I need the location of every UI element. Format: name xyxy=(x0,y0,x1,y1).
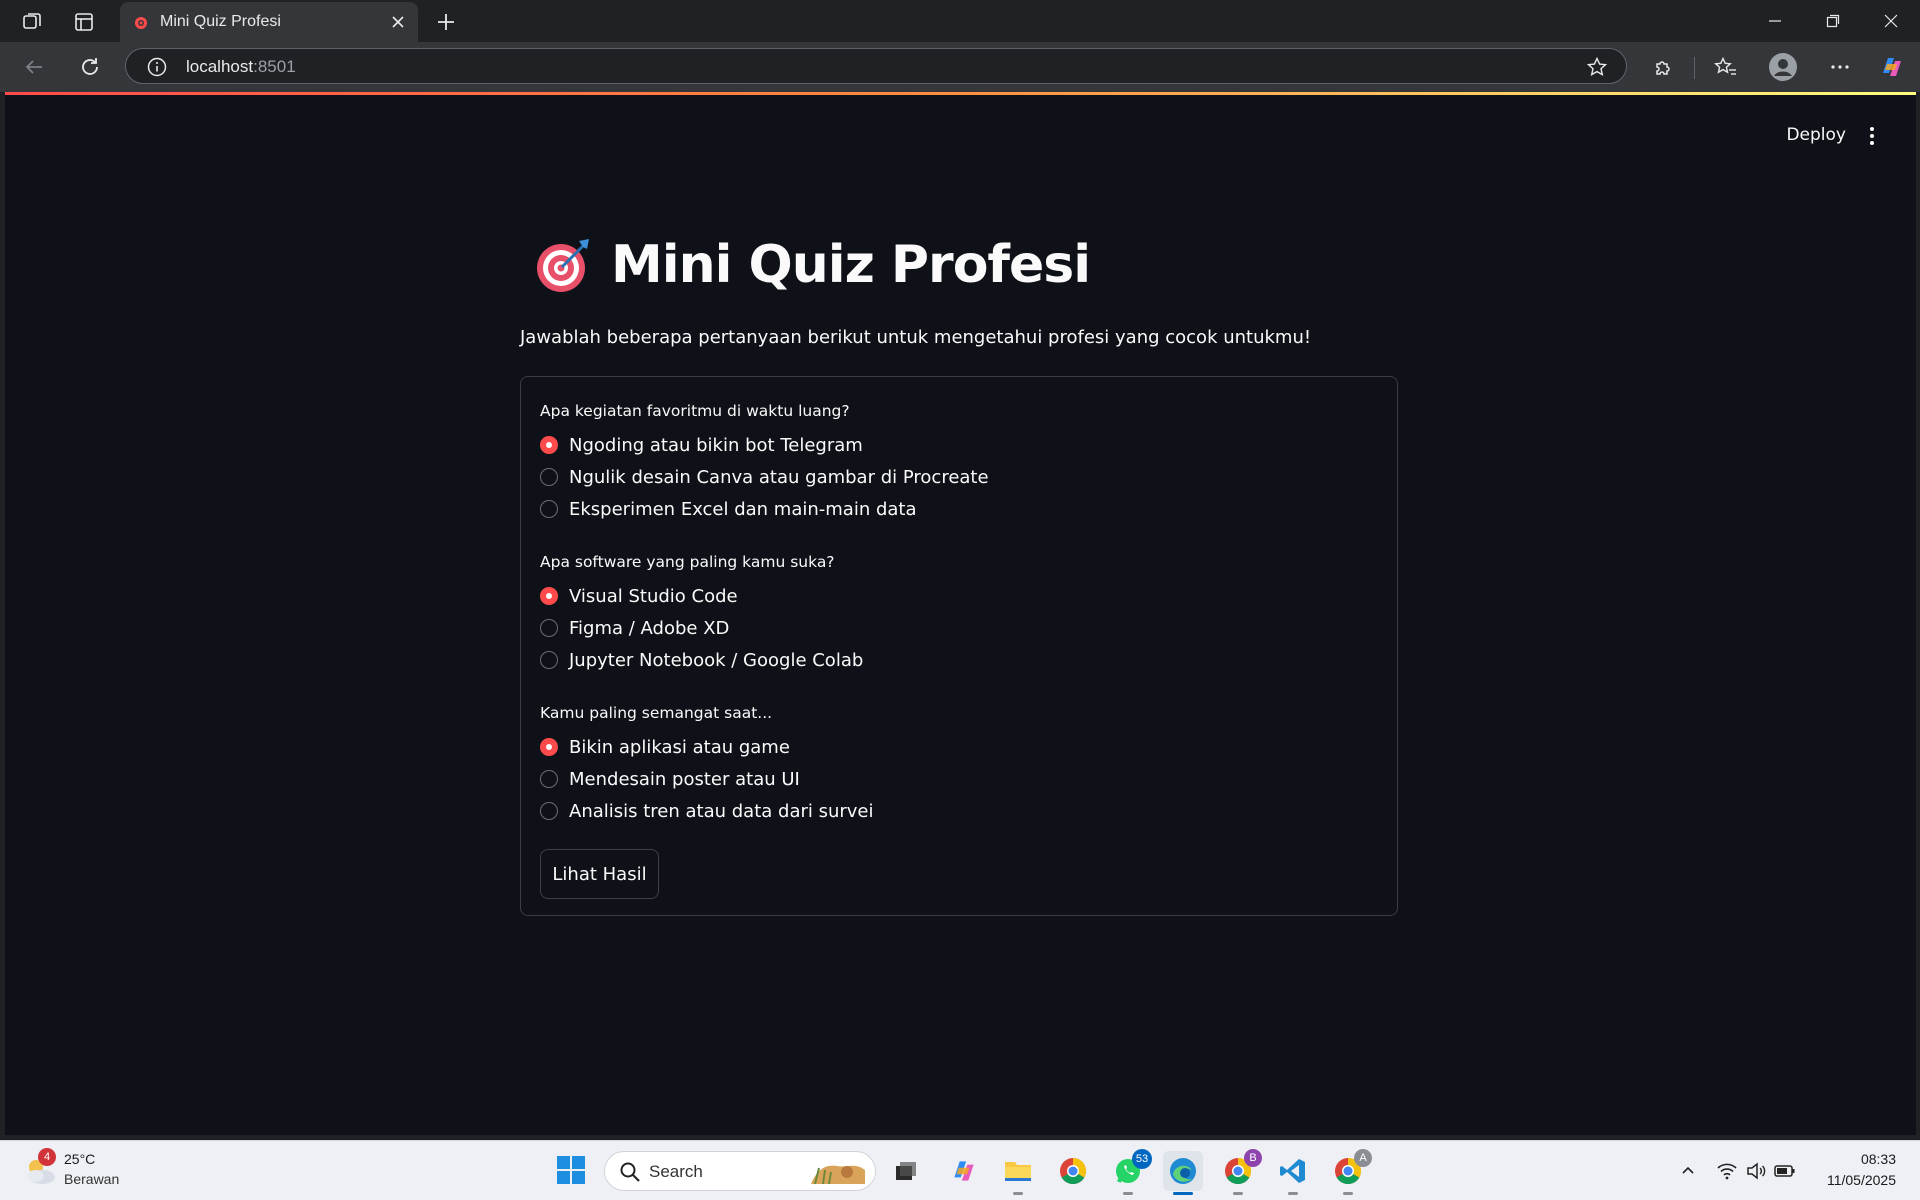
clock-time[interactable]: 08:33 xyxy=(1861,1151,1896,1167)
vertical-tabs-icon[interactable] xyxy=(70,8,98,36)
question-3-label: Kamu paling semangat saat... xyxy=(540,704,773,722)
workspaces-icon[interactable] xyxy=(18,8,46,36)
radio-selected[interactable] xyxy=(540,587,558,605)
running-indicator xyxy=(1233,1192,1243,1195)
lihat-hasil-button[interactable]: Lihat Hasil xyxy=(540,849,659,899)
page-header: Mini Quiz Profesi xyxy=(533,235,1091,295)
question-1-option-1[interactable]: Ngoding atau bikin bot Telegram xyxy=(540,432,863,458)
task-view-icon[interactable] xyxy=(886,1151,926,1191)
question-2-option-2[interactable]: Figma / Adobe XD xyxy=(540,615,729,641)
site-info-icon[interactable] xyxy=(146,56,168,78)
favorites-icon[interactable] xyxy=(1712,53,1740,81)
chrome-profile-b-icon[interactable]: B xyxy=(1218,1149,1262,1195)
question-2-option-3[interactable]: Jupyter Notebook / Google Colab xyxy=(540,647,863,673)
chrome-icon[interactable] xyxy=(1053,1151,1093,1191)
search-placeholder: Search xyxy=(649,1162,703,1181)
vscode-icon[interactable] xyxy=(1273,1151,1313,1195)
running-indicator xyxy=(1343,1192,1353,1195)
copilot-app-icon[interactable] xyxy=(944,1151,984,1191)
option-label: Figma / Adobe XD xyxy=(569,617,730,639)
question-1-label: Apa kegiatan favoritmu di waktu luang? xyxy=(540,402,850,420)
option-label: Eksperimen Excel dan main-main data xyxy=(569,498,917,520)
radio-selected[interactable] xyxy=(540,436,558,454)
page-title: Mini Quiz Profesi xyxy=(611,235,1091,295)
search-highlight-icon xyxy=(811,1165,865,1185)
close-window-icon[interactable] xyxy=(1868,8,1914,34)
running-indicator xyxy=(1288,1192,1298,1195)
whatsapp-icon[interactable]: 53 xyxy=(1108,1149,1152,1195)
weather-temperature: 25°C xyxy=(64,1151,96,1167)
profile-a-badge: A xyxy=(1354,1149,1372,1167)
wifi-icon[interactable] xyxy=(1715,1159,1739,1183)
radio-unselected[interactable] xyxy=(540,802,558,820)
streamlit-favicon-icon xyxy=(135,17,147,29)
running-indicator xyxy=(1123,1192,1133,1195)
copilot-icon[interactable] xyxy=(1878,53,1906,81)
toolbar-divider xyxy=(1694,57,1695,79)
edge-icon[interactable] xyxy=(1163,1151,1203,1195)
target-icon xyxy=(537,239,589,292)
search-icon xyxy=(620,1162,640,1182)
new-tab-icon[interactable] xyxy=(432,8,460,36)
option-label: Analisis tren atau data dari survei xyxy=(569,800,874,822)
option-label: Mendesain poster atau UI xyxy=(569,768,800,790)
option-label: Ngoding atau bikin bot Telegram xyxy=(569,434,863,456)
browser-tab-bar: Mini Quiz Profesi xyxy=(0,0,1920,42)
browser-toolbar: localhost:8501 xyxy=(0,42,1920,92)
option-label: Ngulik desain Canva atau gambar di Procr… xyxy=(569,466,989,488)
back-arrow-icon[interactable] xyxy=(20,53,48,81)
address-url: localhost:8501 xyxy=(186,57,296,77)
profile-avatar-icon[interactable] xyxy=(1768,52,1798,82)
quiz-form: Apa kegiatan favoritmu di waktu luang? N… xyxy=(520,376,1398,916)
file-explorer-icon[interactable] xyxy=(998,1151,1038,1195)
address-port: :8501 xyxy=(253,57,296,76)
more-options-icon[interactable] xyxy=(1826,53,1854,81)
radio-unselected[interactable] xyxy=(540,619,558,637)
question-2-option-1[interactable]: Visual Studio Code xyxy=(540,583,738,609)
address-bar[interactable]: localhost:8501 xyxy=(125,48,1627,84)
deploy-button[interactable]: Deploy xyxy=(1786,125,1846,145)
battery-icon[interactable] xyxy=(1773,1159,1797,1183)
option-label: Bikin aplikasi atau game xyxy=(569,736,790,758)
app-menu-icon[interactable] xyxy=(1866,125,1878,147)
minimize-window-icon[interactable] xyxy=(1752,8,1798,34)
radio-unselected[interactable] xyxy=(540,468,558,486)
tab-mini-quiz-profesi[interactable]: Mini Quiz Profesi xyxy=(120,2,418,42)
address-host: localhost xyxy=(186,57,254,76)
streamlit-app: Deploy Mini Quiz Profesi Jawablah bebera… xyxy=(5,95,1916,1135)
radio-unselected[interactable] xyxy=(540,770,558,788)
active-indicator xyxy=(1173,1192,1193,1195)
option-label: Visual Studio Code xyxy=(569,585,738,607)
radio-unselected[interactable] xyxy=(540,651,558,669)
tab-title: Mini Quiz Profesi xyxy=(160,13,281,30)
windows-taskbar: 4 25°C Berawan Search 53 B A 08:33 11/05… xyxy=(0,1140,1920,1200)
taskbar-search-box[interactable]: Search xyxy=(604,1151,876,1191)
favorite-star-icon[interactable] xyxy=(1586,56,1608,78)
weather-condition: Berawan xyxy=(64,1171,120,1187)
chrome-profile-a-icon[interactable]: A xyxy=(1328,1149,1372,1195)
whatsapp-unread-badge: 53 xyxy=(1132,1149,1152,1169)
clock-date[interactable]: 11/05/2025 xyxy=(1827,1172,1896,1188)
question-2-label: Apa software yang paling kamu suka? xyxy=(540,553,835,571)
question-3-option-1[interactable]: Bikin aplikasi atau game xyxy=(540,734,790,760)
running-indicator xyxy=(1013,1192,1023,1195)
reload-icon[interactable] xyxy=(76,53,104,81)
show-hidden-icons-chevron-icon[interactable] xyxy=(1676,1159,1700,1183)
radio-selected[interactable] xyxy=(540,738,558,756)
profile-b-badge: B xyxy=(1244,1149,1262,1167)
question-1-option-2[interactable]: Ngulik desain Canva atau gambar di Procr… xyxy=(540,464,989,490)
volume-icon[interactable] xyxy=(1744,1159,1768,1183)
radio-unselected[interactable] xyxy=(540,500,558,518)
option-label: Jupyter Notebook / Google Colab xyxy=(569,649,864,671)
weather-alert-badge: 4 xyxy=(38,1148,56,1166)
close-tab-icon[interactable] xyxy=(390,14,406,30)
extensions-icon[interactable] xyxy=(1650,53,1678,81)
question-1-option-3[interactable]: Eksperimen Excel dan main-main data xyxy=(540,496,917,522)
question-3-option-3[interactable]: Analisis tren atau data dari survei xyxy=(540,798,874,824)
windows-start-icon[interactable] xyxy=(555,1154,587,1186)
question-3-option-2[interactable]: Mendesain poster atau UI xyxy=(540,766,800,792)
restore-window-icon[interactable] xyxy=(1810,8,1856,34)
page-subtitle: Jawablah beberapa pertanyaan berikut unt… xyxy=(520,327,1312,348)
